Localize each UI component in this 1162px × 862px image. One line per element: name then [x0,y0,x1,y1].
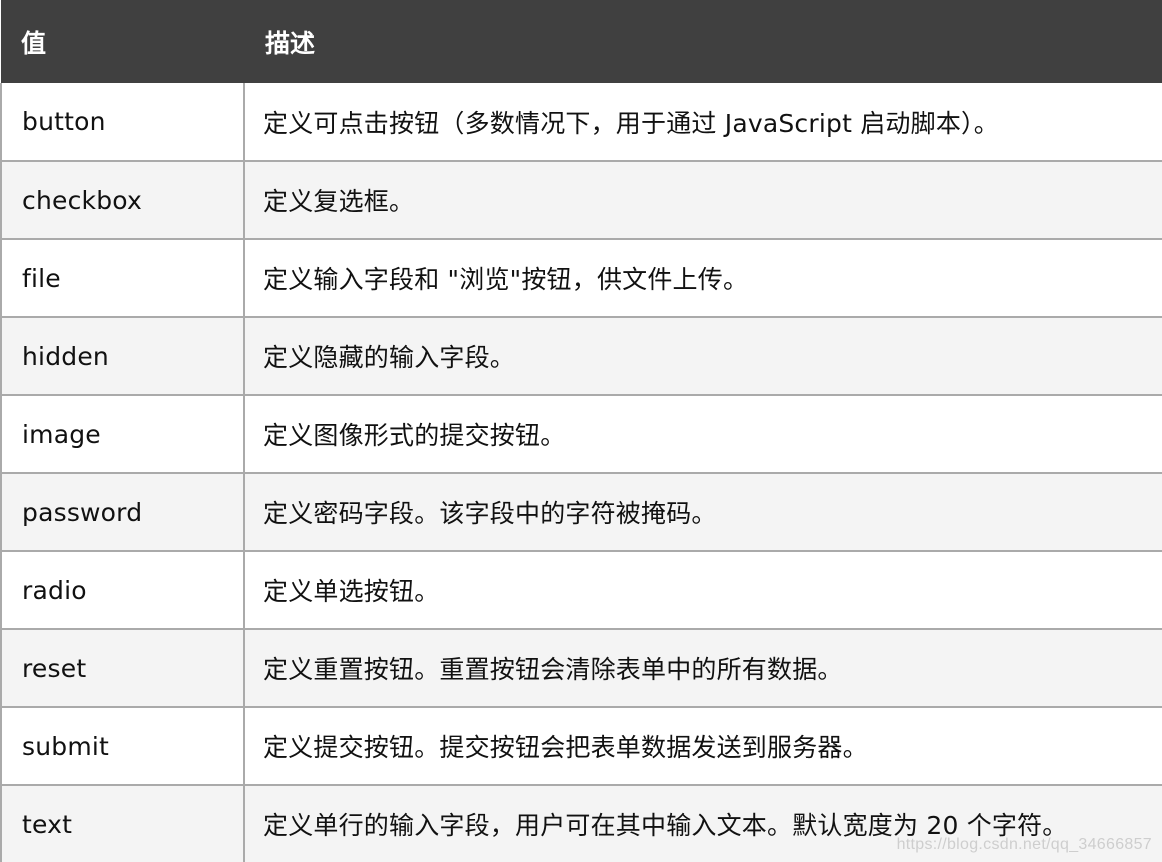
cell-description: 定义重置按钮。重置按钮会清除表单中的所有数据。 [243,629,1162,708]
header-value: 值 [21,28,47,58]
table-row: file 定义输入字段和 "浏览"按钮，供文件上传。 [0,239,1162,318]
table-row: hidden 定义隐藏的输入字段。 [0,317,1162,396]
cell-description: 定义单选按钮。 [243,551,1162,630]
cell-value: password [0,473,245,552]
table-row: password 定义密码字段。该字段中的字符被掩码。 [0,473,1162,552]
table-row: image 定义图像形式的提交按钮。 [0,395,1162,474]
cell-description: 定义提交按钮。提交按钮会把表单数据发送到服务器。 [243,707,1162,786]
cell-value: checkbox [0,161,245,240]
table-row: radio 定义单选按钮。 [0,551,1162,630]
header-row: 值 描述 [1,0,1162,83]
cell-description: 定义可点击按钮（多数情况下，用于通过 JavaScript 启动脚本）。 [243,83,1162,162]
cell-value: hidden [0,317,245,396]
cell-value: submit [0,707,245,786]
watermark: https://blog.csdn.net/qq_34666857 [896,836,1152,853]
table-row: submit 定义提交按钮。提交按钮会把表单数据发送到服务器。 [0,707,1162,786]
table-row: checkbox 定义复选框。 [0,161,1162,240]
cell-value: file [0,239,245,318]
cell-description: 定义密码字段。该字段中的字符被掩码。 [243,473,1162,552]
cell-value: text [0,785,245,862]
cell-description: 定义隐藏的输入字段。 [243,317,1162,396]
cell-description: 定义输入字段和 "浏览"按钮，供文件上传。 [243,239,1162,318]
table-header: 值 描述 [1,0,1162,83]
header-description: 描述 [265,28,316,58]
cell-value: reset [0,629,245,708]
cell-value: radio [0,551,245,630]
table-row: reset 定义重置按钮。重置按钮会清除表单中的所有数据。 [0,629,1162,708]
table-row: button 定义可点击按钮（多数情况下，用于通过 JavaScript 启动脚… [0,83,1162,162]
table-body: button 定义可点击按钮（多数情况下，用于通过 JavaScript 启动脚… [0,83,1162,862]
input-types-table: 值 描述 button 定义可点击按钮（多数情况下，用于通过 JavaScrip… [0,0,1162,862]
cell-value: button [0,83,245,162]
cell-description: 定义复选框。 [243,161,1162,240]
cell-description: 定义图像形式的提交按钮。 [243,395,1162,474]
cell-value: image [0,395,245,474]
